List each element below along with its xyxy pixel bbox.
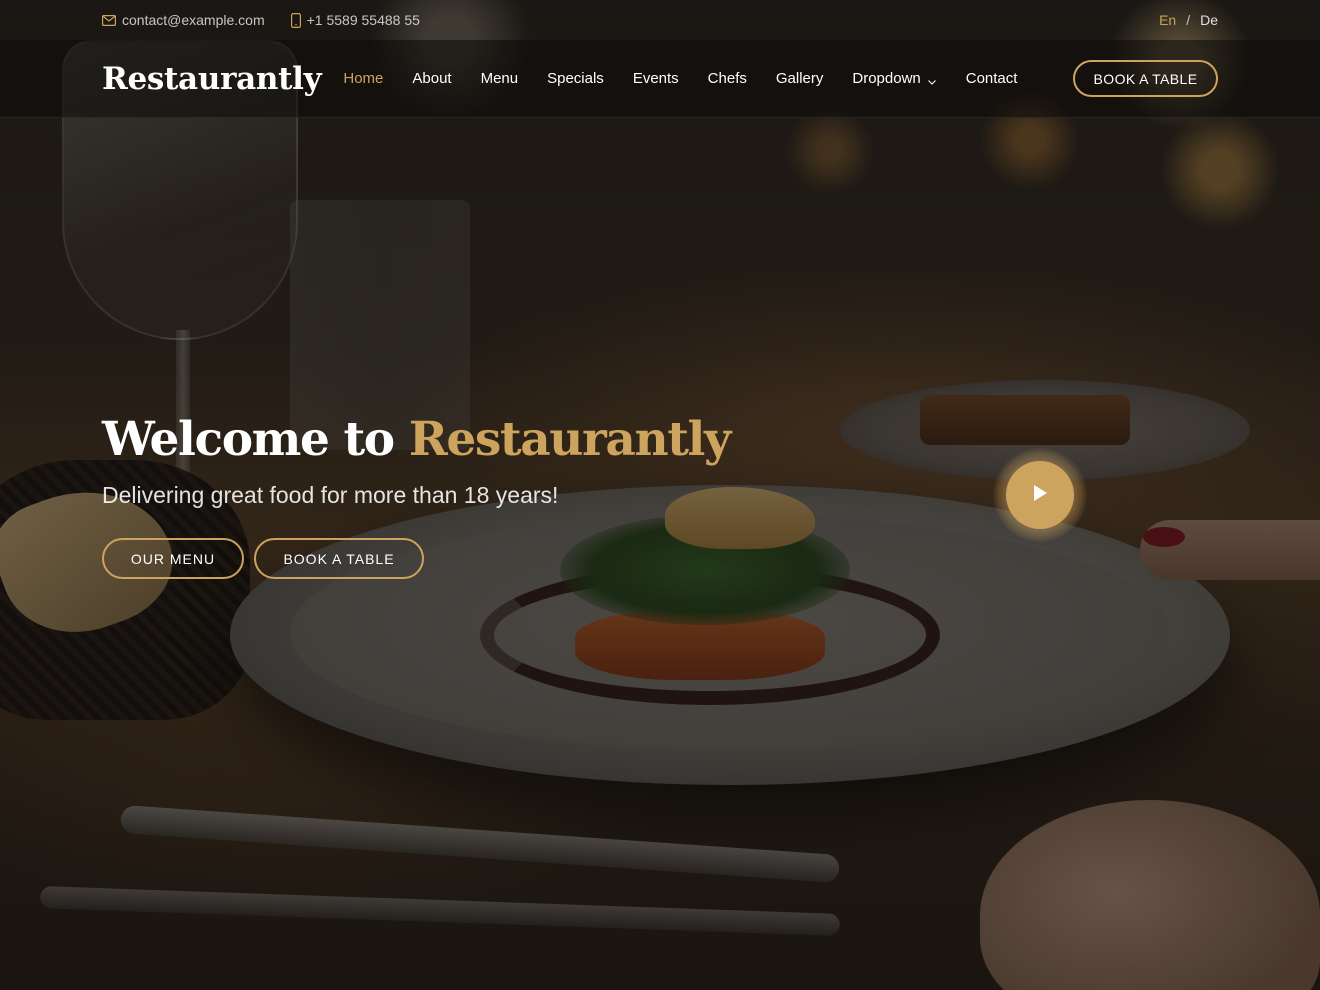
site-logo[interactable]: Restaurantly — [102, 61, 322, 97]
hero-subtitle: Delivering great food for more than 18 y… — [102, 482, 559, 508]
phone-text: +1 5589 55488 55 — [306, 12, 420, 28]
nav-item-chefs[interactable]: Chefs — [708, 70, 747, 87]
hero-title-accent: Restaurantly — [408, 412, 732, 467]
site-header: Restaurantly Home About Menu Specials Ev… — [0, 40, 1320, 118]
main-nav: Home About Menu Specials Events Chefs Ga… — [343, 70, 1017, 87]
nav-item-dropdown-label: Dropdown — [852, 70, 921, 87]
book-table-hero-button[interactable]: BOOK A TABLE — [254, 538, 424, 579]
lang-de-link[interactable]: De — [1200, 12, 1218, 28]
nav-item-gallery[interactable]: Gallery — [776, 70, 824, 87]
our-menu-button[interactable]: OUR MENU — [102, 538, 244, 579]
nav-item-events[interactable]: Events — [633, 70, 679, 87]
phone-icon — [290, 12, 301, 28]
nav-item-menu[interactable]: Menu — [481, 70, 519, 87]
play-icon — [1032, 484, 1048, 507]
topbar-email[interactable]: contact@example.com — [102, 12, 265, 28]
nav-item-home[interactable]: Home — [343, 70, 383, 87]
email-text: contact@example.com — [122, 12, 265, 28]
nav-item-specials[interactable]: Specials — [547, 70, 604, 87]
hero-title: Welcome to Restaurantly — [102, 412, 732, 467]
nav-item-dropdown[interactable]: Dropdown — [852, 70, 936, 87]
topbar-contacts: contact@example.com +1 5589 55488 55 — [102, 12, 420, 28]
hero-title-prefix: Welcome to — [102, 412, 395, 467]
book-table-header-button[interactable]: BOOK A TABLE — [1073, 60, 1218, 97]
lang-en-link[interactable]: En — [1159, 12, 1176, 28]
nav-item-contact[interactable]: Contact — [966, 70, 1018, 87]
play-video-button[interactable] — [993, 448, 1087, 542]
nav-item-about[interactable]: About — [412, 70, 451, 87]
topbar-phone[interactable]: +1 5589 55488 55 — [290, 12, 420, 28]
envelope-icon — [102, 14, 116, 26]
language-switcher: En / De — [1159, 12, 1218, 28]
play-button-circle — [1006, 461, 1074, 529]
topbar: contact@example.com +1 5589 55488 55 En … — [0, 0, 1320, 40]
lang-separator: / — [1186, 12, 1191, 28]
chevron-down-icon — [927, 74, 937, 85]
